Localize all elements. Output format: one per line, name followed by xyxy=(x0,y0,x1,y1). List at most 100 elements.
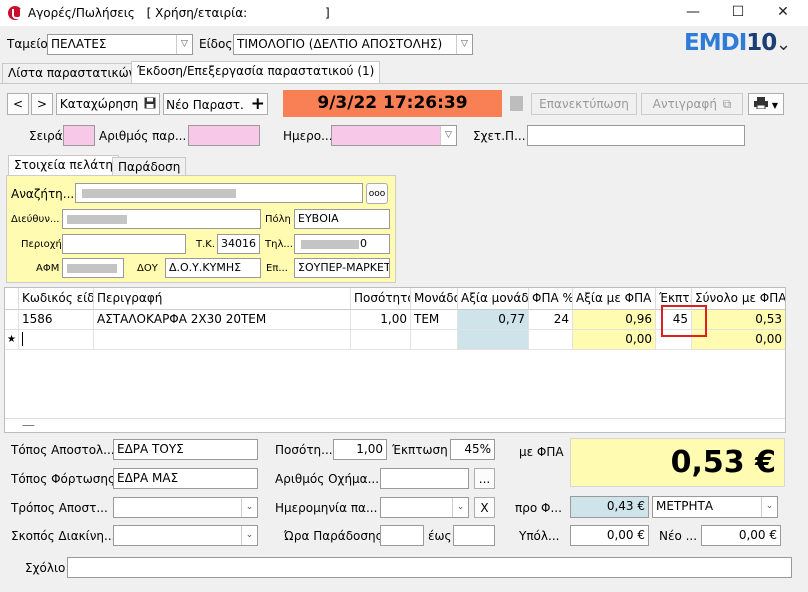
save-label: Καταχώρηση xyxy=(59,97,139,111)
clear-date-button[interactable]: X xyxy=(474,497,495,518)
new-cell-quantity[interactable] xyxy=(351,330,411,350)
chevron-down-icon[interactable]: ▼ xyxy=(772,101,778,110)
balance-label: Υπόλ... xyxy=(519,529,560,543)
save-button[interactable]: Καταχώρηση xyxy=(56,93,160,115)
cell-unit[interactable]: ΤΕΜ xyxy=(411,310,458,330)
grid-header-unit-price[interactable]: Αξία μονάδας xyxy=(458,288,529,310)
zip-input[interactable]: 34016 xyxy=(217,234,260,254)
new-cell-value-vat[interactable]: 0,00 xyxy=(573,330,656,350)
tab-document-edit[interactable]: Έκδοση/Επεξεργασία παραστατικού (1) xyxy=(131,61,381,83)
chevron-down-icon[interactable]: ⌄ xyxy=(452,498,468,517)
tab-document-list[interactable]: Λίστα παραστατικών xyxy=(2,63,142,83)
city-input[interactable]: ΕΥΒΟΙΑ xyxy=(294,209,390,229)
doy-input[interactable]: Δ.Ο.Υ.ΚΥΜΗΣ xyxy=(165,258,261,278)
new-cell-code[interactable] xyxy=(19,330,94,350)
address-input[interactable] xyxy=(62,209,261,229)
cell-quantity[interactable]: 1,00 xyxy=(351,310,411,330)
delivery-time-from[interactable] xyxy=(380,525,424,546)
print-button[interactable]: ▼ xyxy=(748,93,784,115)
new-cell-description[interactable] xyxy=(94,330,351,350)
close-button[interactable]: ✕ xyxy=(760,0,806,26)
grid-header-description[interactable]: Περιγραφή xyxy=(94,288,351,310)
type-label: Είδος xyxy=(199,37,233,51)
type-select[interactable]: ΤΙΜΟΛΟΓΙΟ (ΔΕΛΤΙΟ ΑΠΟΣΤΟΛΗΣ) ▽ xyxy=(233,34,473,55)
new-cell-vat[interactable] xyxy=(529,330,573,350)
series-label: Σειρά xyxy=(29,129,63,143)
ship-from-input[interactable]: ΕΔΡΑ ΤΟΥΣ xyxy=(113,439,258,460)
window-title-text: Αγορές/Πωλήσεις xyxy=(28,6,135,20)
until-label: έως xyxy=(428,529,452,543)
emdi-logo: EMDI10 xyxy=(684,30,777,56)
delivery-date-picker[interactable]: ⌄ xyxy=(380,497,469,518)
grid-header-indicator xyxy=(5,288,19,310)
cell-vat[interactable]: 24 xyxy=(529,310,573,330)
profession-input[interactable]: ΣΟΥΠΕΡ-ΜΑΡΚΕΤ xyxy=(294,258,390,278)
grid-header-quantity[interactable]: Ποσότητα xyxy=(351,288,411,310)
cashbox-value: ΠΕΛΑΤΕΣ xyxy=(51,37,107,51)
grid-footer-line xyxy=(5,418,785,419)
doy-label: ΔΟΥ xyxy=(137,263,158,274)
delivery-time-to[interactable] xyxy=(453,525,495,546)
floppy-icon xyxy=(144,97,156,109)
load-place-input[interactable]: ΕΔΡΑ ΜΑΣ xyxy=(113,468,258,489)
type-value: ΤΙΜΟΛΟΓΙΟ (ΔΕΛΤΙΟ ΑΠΟΣΤΟΛΗΣ) xyxy=(237,37,443,51)
vehicle-input[interactable] xyxy=(380,468,469,489)
vehicle-lookup-button[interactable]: ... xyxy=(474,468,495,489)
chevron-down-icon[interactable]: ⌄ xyxy=(241,526,257,545)
zip-label: Τ.Κ. xyxy=(196,239,216,250)
purpose-label: Σκοπός Διακίνη... xyxy=(11,529,116,543)
number-input[interactable] xyxy=(188,125,260,146)
new-row-marker: ★ xyxy=(5,330,19,350)
phone-label: Τηλ... xyxy=(265,239,293,250)
next-button[interactable]: > xyxy=(31,93,53,115)
chevron-down-icon[interactable]: ⌄ xyxy=(776,34,791,55)
new-cell-unit[interactable] xyxy=(411,330,458,350)
ship-from-label: Τόπος Αποστολ... xyxy=(11,443,115,457)
grid-header-vat[interactable]: ΦΠΑ % xyxy=(529,288,573,310)
copy-icon: ⧉ xyxy=(722,97,732,111)
delivery-time-label: Ώρα Παράδοσης xyxy=(284,529,383,543)
grid-header-value-vat[interactable]: Αξία με ΦΠΑ xyxy=(573,288,656,310)
balance-value: 0,00 € xyxy=(570,525,649,546)
comment-input[interactable] xyxy=(67,557,792,578)
area-input[interactable] xyxy=(62,234,186,254)
tab-customer-info[interactable]: Στοιχεία πελάτη xyxy=(8,155,119,175)
cell-code[interactable]: 1586 xyxy=(19,310,94,330)
series-input[interactable] xyxy=(63,125,95,146)
reprint-button[interactable]: Επανεκτύπωση xyxy=(531,93,637,115)
new-label: Νέο Παραστ. xyxy=(166,98,244,112)
cell-description[interactable]: ΑΣΤΑΛΟΚΑΡΦΑ 2Χ30 20ΤΕΜ xyxy=(94,310,351,330)
chevron-down-icon[interactable]: ▽ xyxy=(456,35,472,54)
prev-button[interactable]: < xyxy=(7,93,29,115)
purpose-select[interactable]: ⌄ xyxy=(113,525,258,546)
cell-unit-price[interactable]: 0,77 xyxy=(458,310,529,330)
afm-input[interactable] xyxy=(62,258,124,278)
chevron-down-icon[interactable]: ⌄ xyxy=(241,498,257,517)
grid-header-unit[interactable]: Μονάδα xyxy=(411,288,458,310)
date-picker[interactable]: ▽ xyxy=(331,125,457,146)
date-label: Ημερο... xyxy=(283,129,333,143)
chevron-down-icon[interactable]: ▽ xyxy=(440,126,456,145)
copy-button[interactable]: Αντιγραφή ⧉ xyxy=(641,93,743,115)
cell-value-vat[interactable]: 0,96 xyxy=(573,310,656,330)
address-label: Διεύθυν... xyxy=(11,214,60,225)
payment-method-select[interactable]: ΜΕΤΡΗΤΑ ⌄ xyxy=(652,496,778,518)
chevron-down-icon[interactable]: ⌄ xyxy=(761,497,777,517)
customer-search-input[interactable] xyxy=(75,183,363,203)
new-balance-value: 0,00 € xyxy=(701,525,781,546)
chevron-down-icon[interactable]: ▽ xyxy=(176,35,192,54)
delivery-date-label: Ημερομηνία πα... xyxy=(275,501,378,515)
cashbox-select[interactable]: ΠΕΛΑΤΕΣ ▽ xyxy=(47,34,193,55)
related-label: Σχετ.Π... xyxy=(473,129,526,143)
related-input[interactable] xyxy=(527,125,745,146)
grid-splitter[interactable]: — xyxy=(22,418,35,433)
new-cell-unit-price[interactable] xyxy=(458,330,529,350)
more-button[interactable]: ooo xyxy=(366,183,388,204)
tab-delivery[interactable]: Παράδοση xyxy=(112,157,187,177)
ship-method-select[interactable]: ⌄ xyxy=(113,497,258,518)
minimize-button[interactable]: — xyxy=(670,0,716,26)
new-document-button[interactable]: Νέο Παραστ. + xyxy=(163,93,268,115)
maximize-button[interactable]: ☐ xyxy=(715,0,761,26)
grid-header-code[interactable]: Κωδικός είδους xyxy=(19,288,94,310)
phone-input[interactable]: 0 xyxy=(294,234,390,254)
